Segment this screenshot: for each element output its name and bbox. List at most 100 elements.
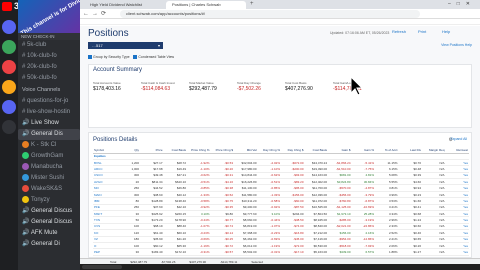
summary-label: Total Accounts Value (93, 81, 121, 85)
channel-label: 20k-club-fo (27, 64, 57, 70)
window-controls[interactable]: –□✕ (448, 1, 476, 7)
summary-value: $178,403.16 (93, 86, 121, 92)
discord-sidebar: 37 This channel is for Divide NEW CHECK-… (0, 0, 80, 270)
summary-label: Total Market Value (189, 81, 214, 85)
print-button[interactable]: Print (418, 29, 426, 34)
url-field[interactable]: client.schwab.com/app/accounts/positions… (120, 10, 420, 18)
condensed-checkbox[interactable] (133, 55, 138, 60)
voice-user[interactable]: Manabucha (18, 162, 80, 173)
summary-value: $407,276.90 (285, 86, 313, 92)
voice-user[interactable]: K - Stk Cl (18, 140, 80, 151)
summary-item: Total Day Change -$7,502.26 (237, 81, 277, 92)
expand-all-button[interactable]: Expand All (450, 137, 467, 141)
tab-positions[interactable]: Positions | Charles Schwab (166, 1, 246, 9)
view-help-link[interactable]: View Positions Help (441, 43, 472, 47)
tab-label: High Yield Dividend Watchlist (90, 2, 142, 7)
avatar (22, 184, 29, 192)
channel-list: # 5k-club # 10k-club-fo # 20k-club-fo # … (18, 40, 80, 250)
channel-questions[interactable]: # questions-for-jo (18, 96, 80, 107)
summary-label: Total Cash & Cash Invest (141, 81, 175, 85)
user-label: GrowthGam (31, 153, 64, 159)
voice-afk-mute[interactable]: 🔊 AFK Mute (18, 228, 80, 239)
channel-label: AFK Mute (30, 230, 58, 236)
server-icon[interactable] (2, 60, 16, 74)
channel-label: Live Show (31, 120, 59, 126)
positions-page: Positions Updated: 07:16:06 AM ET, 05/26… (80, 26, 480, 258)
server-icon[interactable] (2, 20, 16, 34)
summary-label: Total Cost Basis (285, 81, 307, 85)
channel-20k-club[interactable]: # 20k-club-fo (18, 62, 80, 73)
tab-label: Positions | Charles Schwab (172, 2, 221, 7)
view-options: Group by Security Type Condensed Table V… (88, 55, 175, 60)
positions-card: Positions Details ⚙ Expand All Symbol Qty… (88, 132, 472, 258)
channel-label: questions-for-jo (27, 98, 69, 104)
address-bar: ←→⟳ client.schwab.com/app/accounts/posit… (80, 9, 480, 19)
server-icon[interactable] (2, 100, 16, 114)
voice-user[interactable]: GrowthGam (18, 151, 80, 162)
condensed-label: Condensed Table View (138, 55, 175, 59)
summary-label: Total Day Change (237, 81, 261, 85)
channel-label: General Dis (31, 131, 63, 137)
account-selector[interactable]: …517 ▾ (88, 42, 163, 49)
user-label: Mister Sushi (31, 175, 65, 181)
server-rail (0, 0, 18, 270)
user-label: Tonyzy (31, 197, 50, 203)
voice-general-discussion-4[interactable]: 🔊 General Di (18, 239, 80, 250)
channel-live-show-hosting[interactable]: # live-show-hostin (18, 107, 80, 118)
channel-label: 5k-club (27, 42, 47, 48)
channel-label: 50k-club-fo (27, 75, 57, 81)
channel-10k-club[interactable]: # 10k-club-fo (18, 51, 80, 62)
add-server-icon[interactable] (2, 120, 16, 134)
help-button[interactable]: Help (442, 29, 450, 34)
summary-item: Total Market Value $292,487.79 (189, 81, 229, 92)
page-title: Positions (88, 28, 129, 39)
youtube-icon (2, 2, 12, 11)
summary-value: -$114,084.63 (141, 86, 171, 92)
avatar (22, 195, 29, 203)
voice-user[interactable]: Tonyzy (18, 195, 80, 206)
voice-user[interactable]: WakeSK&S (18, 184, 80, 195)
summary-value: -$7,502.26 (237, 86, 261, 92)
summary-value: $292,487.79 (189, 86, 217, 92)
bookmarks-bar (80, 19, 480, 25)
tab-watchlist[interactable]: High Yield Dividend Watchlist (84, 1, 164, 9)
account-selector-label: …517 (92, 43, 103, 48)
summary-title: Account Summary (93, 67, 143, 73)
new-tab-icon[interactable]: + (250, 1, 254, 7)
user-label: Manabucha (31, 164, 63, 170)
summary-item: Total Cost Basis $407,276.90 (285, 81, 325, 92)
voice-user[interactable]: Mister Sushi (18, 173, 80, 184)
new-checkin-bar[interactable]: NEW CHECK-IN (18, 33, 80, 40)
avatar (22, 140, 29, 148)
summary-item: Total Cash & Cash Invest -$114,084.63 (141, 81, 181, 92)
nav-buttons-icon[interactable]: ←→⟳ (83, 10, 109, 17)
voice-live-show[interactable]: 🔊 Live Show (18, 118, 80, 129)
channel-label: General Discus (31, 208, 73, 214)
chevron-down-icon: ▾ (157, 43, 160, 48)
positions-title: Positions Details (93, 137, 138, 143)
avatar (22, 151, 29, 159)
summary-item: Total Accounts Value $178,403.16 (93, 81, 133, 92)
account-summary-card: Account Summary Total Accounts Value $17… (88, 64, 472, 128)
tab-strip: High Yield Dividend Watchlist Positions … (80, 0, 480, 9)
user-label: K - Stk Cl (31, 142, 57, 148)
server-icon[interactable] (2, 40, 16, 54)
avatar (22, 162, 29, 170)
screen: 37 This channel is for Divide NEW CHECK-… (0, 0, 480, 270)
group-by-checkbox[interactable] (88, 55, 92, 60)
voice-general-discussion-2[interactable]: 🔊 General Discus (18, 206, 80, 217)
channel-label: General Di (31, 241, 60, 247)
avatar (22, 173, 29, 181)
channel-5k-club[interactable]: # 5k-club (18, 40, 80, 51)
table-body: Equities BXSL 1,200 $27.17 $28.72 -1.92% -$0.… (93, 153, 469, 257)
taskbar (80, 264, 480, 270)
voice-general-discussion-3[interactable]: 🔊 General Discus (18, 217, 80, 228)
refresh-button[interactable]: Refresh (392, 29, 406, 34)
channel-label: General Discus (31, 219, 73, 225)
channel-50k-club[interactable]: # 50k-club-fo (18, 73, 80, 84)
voice-category[interactable]: Voice Channels (18, 85, 80, 96)
voice-general-discussion[interactable]: 🔊 General Dis (18, 129, 80, 140)
taskbar-search[interactable] (82, 265, 122, 269)
server-icon[interactable] (2, 80, 16, 94)
user-label: WakeSK&S (31, 186, 63, 192)
